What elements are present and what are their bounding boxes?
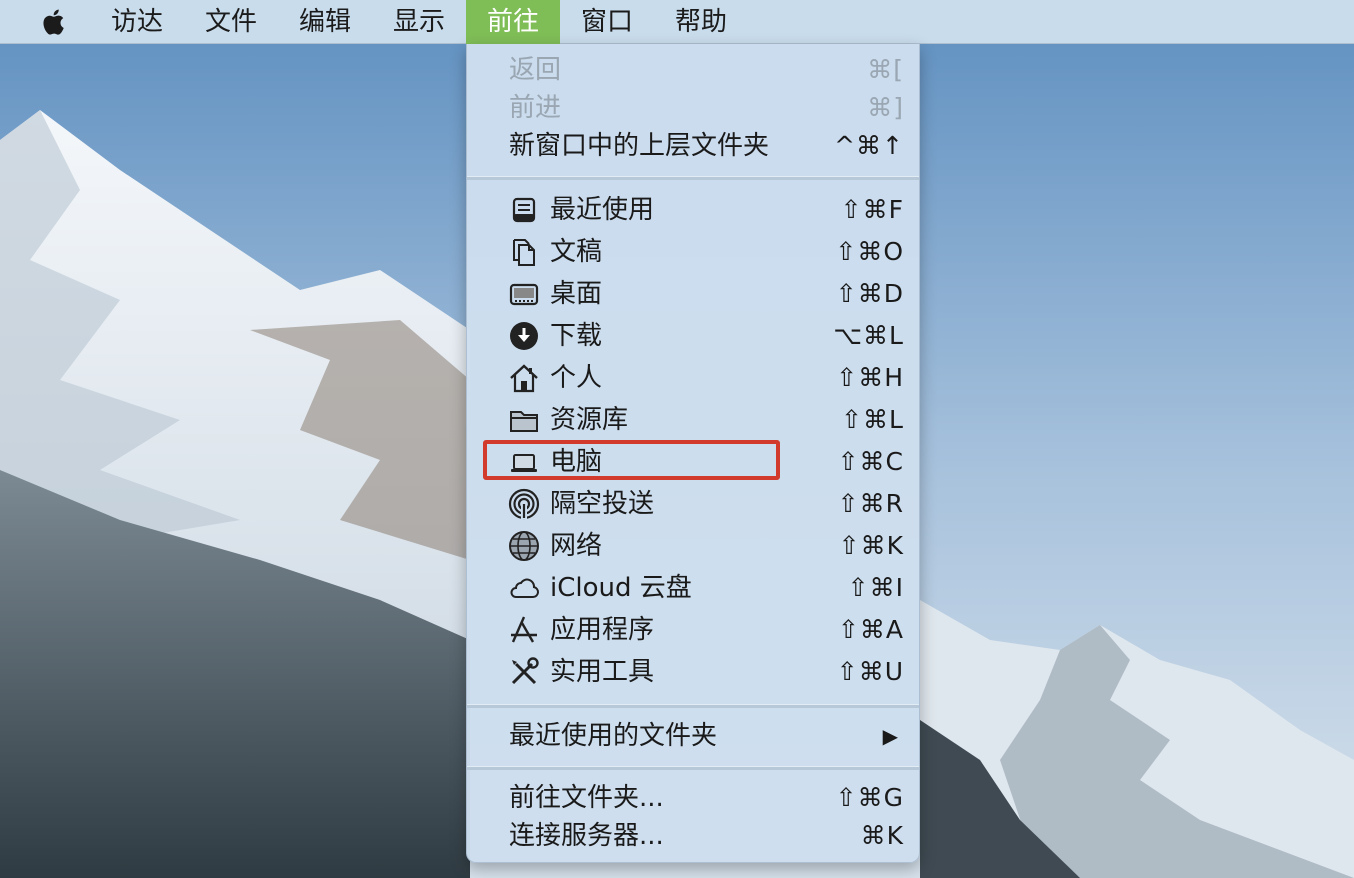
menu-item-label: 返回 [509,55,562,85]
menu-item-label: 实用工具 [550,657,655,687]
downloads-icon [508,320,540,352]
menu-item-label: 最近使用 [550,195,655,225]
menu-item-documents[interactable]: 文稿 ⇧⌘O [467,232,921,272]
menu-item-shortcut: ⇧⌘G [835,783,904,812]
menu-item-recents[interactable]: 最近使用 ⇧⌘F [467,190,921,230]
menu-bar: 访达 文件 编辑 显示 前往 窗口 帮助 [0,0,1354,44]
menu-separator [467,176,919,180]
menu-item-shortcut: ⇧⌘O [835,237,904,266]
menubar-go[interactable]: 前往 [466,0,560,44]
menu-item-shortcut: ⌘K [860,821,904,850]
menu-item-home[interactable]: 个人 ⇧⌘H [467,358,921,398]
menu-item-connect-server[interactable]: 连接服务器... ⌘K [467,816,921,856]
menubar-file[interactable]: 文件 [188,0,274,44]
menu-item-airdrop[interactable]: 隔空投送 ⇧⌘R [467,484,921,524]
menu-item-shortcut: ⇧⌘R [837,489,904,518]
menu-item-shortcut: ⇧⌘L [841,405,904,434]
menu-item-label: iCloud 云盘 [550,573,692,603]
menubar-view[interactable]: 显示 [376,0,462,44]
menu-item-desktop[interactable]: 桌面 ⇧⌘D [467,274,921,314]
menu-item-shortcut: ⇧⌘U [836,657,904,686]
menu-item-back[interactable]: 返回 ⌘[ [467,50,921,90]
menu-item-shortcut: ⇧⌘A [837,615,904,644]
computer-icon [508,446,540,478]
applications-icon [508,614,540,646]
menu-item-label: 连接服务器... [509,821,664,851]
home-icon [508,362,540,394]
menu-item-label: 新窗口中的上层文件夹 [509,131,770,161]
menu-item-shortcut: ⌘[ [867,55,904,84]
menu-item-shortcut: ⇧⌘D [835,279,904,308]
desktop-icon [508,278,540,310]
menu-separator [467,704,919,708]
menu-separator [467,766,919,770]
menu-item-label: 网络 [550,531,603,561]
menu-item-utilities[interactable]: 实用工具 ⇧⌘U [467,652,921,692]
menu-item-label: 桌面 [550,279,603,309]
menu-item-shortcut: ⌘] [867,93,904,122]
network-icon [508,530,540,562]
menu-item-icloud-drive[interactable]: iCloud 云盘 ⇧⌘I [467,568,921,608]
menu-item-recent-folders[interactable]: 最近使用的文件夹 ▶ [467,716,921,756]
menu-item-computer[interactable]: 电脑 ⇧⌘C [467,442,921,482]
menubar-finder[interactable]: 访达 [94,0,180,44]
menu-item-shortcut: ^⌘↑ [834,131,904,160]
recents-icon [508,194,540,226]
menu-item-label: 电脑 [550,447,603,477]
go-menu-dropdown: 返回 ⌘[ 前进 ⌘] 新窗口中的上层文件夹 ^⌘↑ 最近使用 ⇧⌘F 文稿 ⇧… [466,44,920,863]
menu-item-forward[interactable]: 前进 ⌘] [467,88,921,128]
menu-item-enclosing-folder[interactable]: 新窗口中的上层文件夹 ^⌘↑ [467,126,921,166]
menubar-window[interactable]: 窗口 [564,0,650,44]
menu-item-shortcut: ⇧⌘K [838,531,904,560]
documents-icon [508,236,540,268]
menu-item-label: 应用程序 [550,615,655,645]
icloud-icon [508,572,540,604]
menubar-edit[interactable]: 编辑 [282,0,368,44]
airdrop-icon [508,488,540,520]
menu-item-library[interactable]: 资源库 ⇧⌘L [467,400,921,440]
menu-item-label: 隔空投送 [550,489,655,519]
apple-logo-icon[interactable] [39,6,71,38]
menu-item-shortcut: ⇧⌘F [840,195,904,224]
menu-item-label: 前进 [509,93,562,123]
menu-item-label: 个人 [550,363,603,393]
menu-item-label: 最近使用的文件夹 [509,721,718,751]
menubar-help[interactable]: 帮助 [658,0,744,44]
menu-item-go-to-folder[interactable]: 前往文件夹... ⇧⌘G [467,778,921,818]
menu-item-network[interactable]: 网络 ⇧⌘K [467,526,921,566]
menu-item-shortcut: ⇧⌘C [837,447,904,476]
menu-item-label: 前往文件夹... [509,783,664,813]
menu-item-label: 资源库 [550,405,629,435]
menu-item-applications[interactable]: 应用程序 ⇧⌘A [467,610,921,650]
submenu-arrow-icon: ▶ [882,724,899,748]
menu-item-label: 文稿 [550,237,603,267]
utilities-icon [508,656,540,688]
menu-item-shortcut: ⇧⌘H [836,363,904,392]
menu-item-downloads[interactable]: 下载 ⌥⌘L [467,316,921,356]
menu-item-shortcut: ⇧⌘I [847,573,904,602]
menu-item-shortcut: ⌥⌘L [833,321,904,350]
menu-item-label: 下载 [550,321,603,351]
folder-icon [508,404,540,436]
